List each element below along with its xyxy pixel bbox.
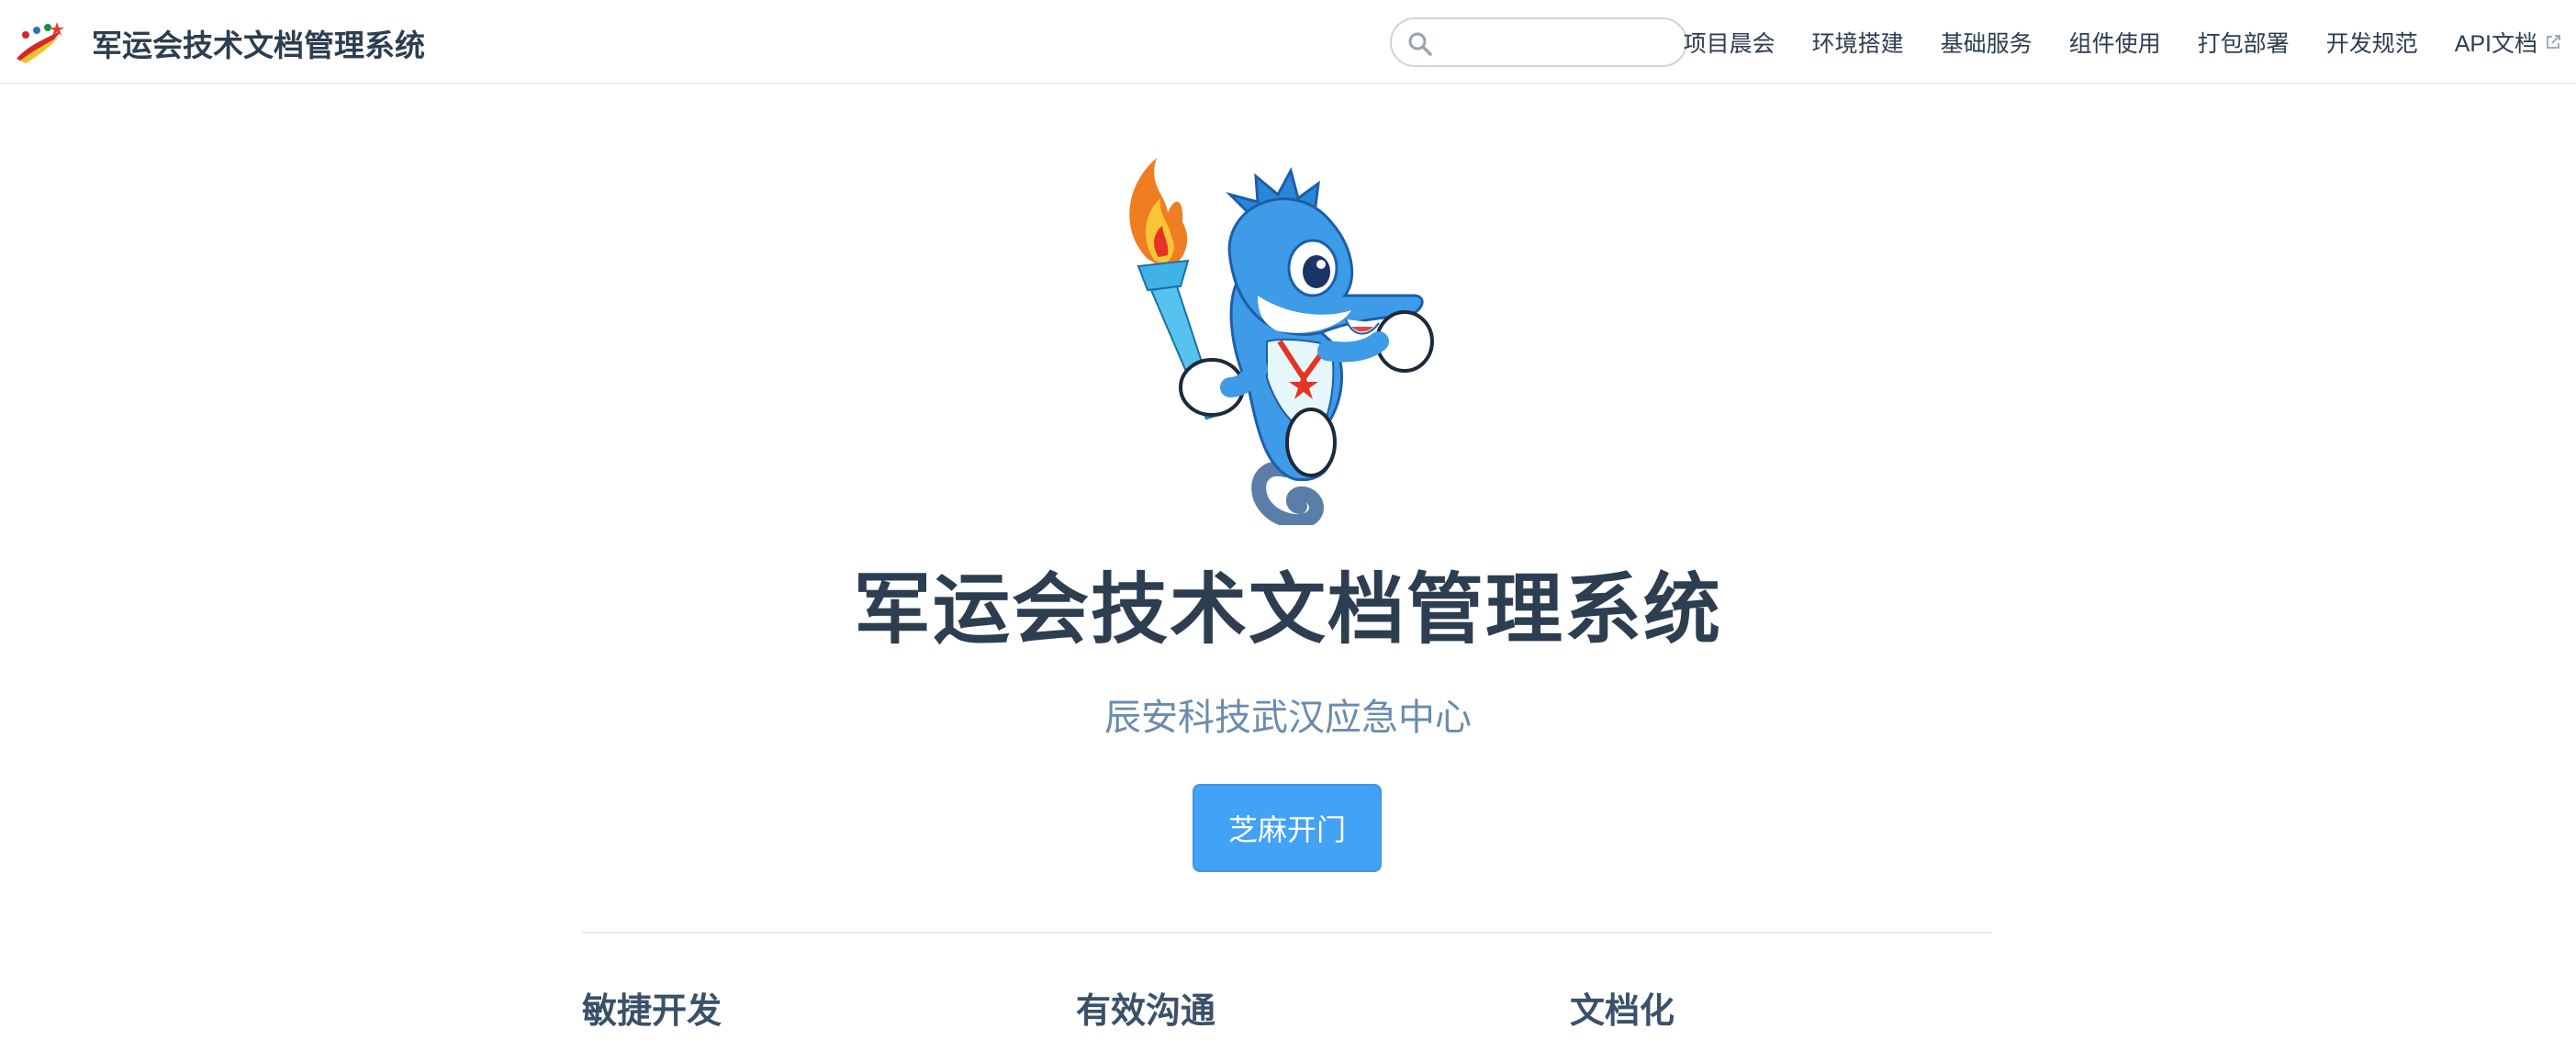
nav-links: 项目晨会 环境搭建 基础服务 组件使用 打包部署 开发规范 API文档 [1684, 0, 2561, 84]
nav-item-basic-services[interactable]: 基础服务 [1941, 26, 2033, 59]
external-link-icon [2547, 35, 2560, 49]
search-icon [1408, 32, 1432, 56]
hero-title: 军运会技术文档管理系统 [853, 566, 1722, 653]
navbar: 军运会技术文档管理系统 项目晨会 环境搭建 基础服务 组件使用 打包部署 开发规… [0, 0, 2576, 84]
nav-item-morning-meeting[interactable]: 项目晨会 [1684, 26, 1775, 59]
nav-item-dev-standards[interactable]: 开发规范 [2326, 26, 2418, 59]
nav-item-build-deploy[interactable]: 打包部署 [2198, 26, 2290, 59]
feature-title: 有效沟通 [1076, 992, 1216, 1031]
feature-title: 文档化 [1570, 992, 1675, 1031]
site-logo-icon [17, 22, 64, 63]
nav-item-component-usage[interactable]: 组件使用 [2069, 26, 2161, 59]
nav-item-environment-setup[interactable]: 环境搭建 [1812, 26, 1904, 59]
mascot-seahorse-torch-image [1129, 158, 1434, 529]
search-input[interactable] [1443, 27, 1673, 60]
nav-item-api-docs-label: API文档 [2454, 31, 2537, 57]
mascot-image [1111, 158, 1460, 529]
site-title: 军运会技术文档管理系统 [92, 28, 425, 62]
features-divider [582, 932, 1992, 934]
feature-documentation: 文档化 [1570, 982, 1674, 1033]
nav-item-api-docs[interactable]: API文档 [2455, 26, 2561, 59]
open-sesame-button[interactable]: 芝麻开门 [1193, 784, 1382, 872]
feature-title: 敏捷开发 [582, 992, 722, 1031]
features-section: 敏捷开发 有效沟通 文档化 [582, 982, 1992, 1051]
home-link[interactable]: 军运会技术文档管理系统 [13, 20, 425, 66]
feature-agile: 敏捷开发 [582, 982, 722, 1033]
hero-subtitle: 辰安科技武汉应急中心 [1104, 698, 1472, 738]
search-box[interactable] [1390, 17, 1687, 67]
feature-communication: 有效沟通 [1076, 982, 1215, 1033]
